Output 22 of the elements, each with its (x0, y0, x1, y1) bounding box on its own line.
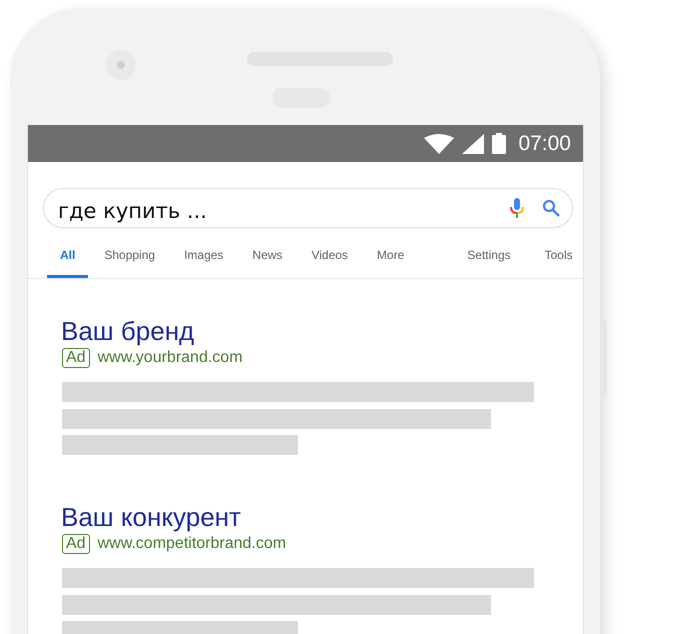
result-url: www.competitorbrand.com (98, 535, 286, 553)
search-field[interactable]: где купить ... (43, 188, 573, 228)
tab[interactable]: News (252, 248, 282, 278)
tab[interactable]: Images (184, 248, 224, 278)
signal-icon (462, 134, 484, 154)
tab[interactable]: All (47, 248, 88, 278)
ad-badge: Ad (62, 348, 90, 368)
tool-link[interactable]: Settings (467, 248, 511, 278)
result-url: www.yourbrand.com (98, 349, 243, 367)
tab[interactable]: Videos (311, 248, 348, 278)
tab[interactable]: Shopping (104, 248, 156, 278)
tool-link[interactable]: Tools (544, 248, 573, 278)
wifi-icon (424, 134, 454, 154)
status-time: 07:00 (518, 132, 571, 156)
result-title[interactable]: Ваш бренд (61, 316, 534, 346)
result-title[interactable]: Ваш конкурент (61, 502, 534, 532)
ad-badge: Ad (62, 534, 90, 554)
microphone-icon[interactable] (510, 197, 524, 219)
search-icon[interactable] (542, 199, 560, 217)
tab[interactable]: More (376, 248, 404, 278)
battery-icon (492, 133, 506, 154)
camera-lens (106, 50, 136, 80)
